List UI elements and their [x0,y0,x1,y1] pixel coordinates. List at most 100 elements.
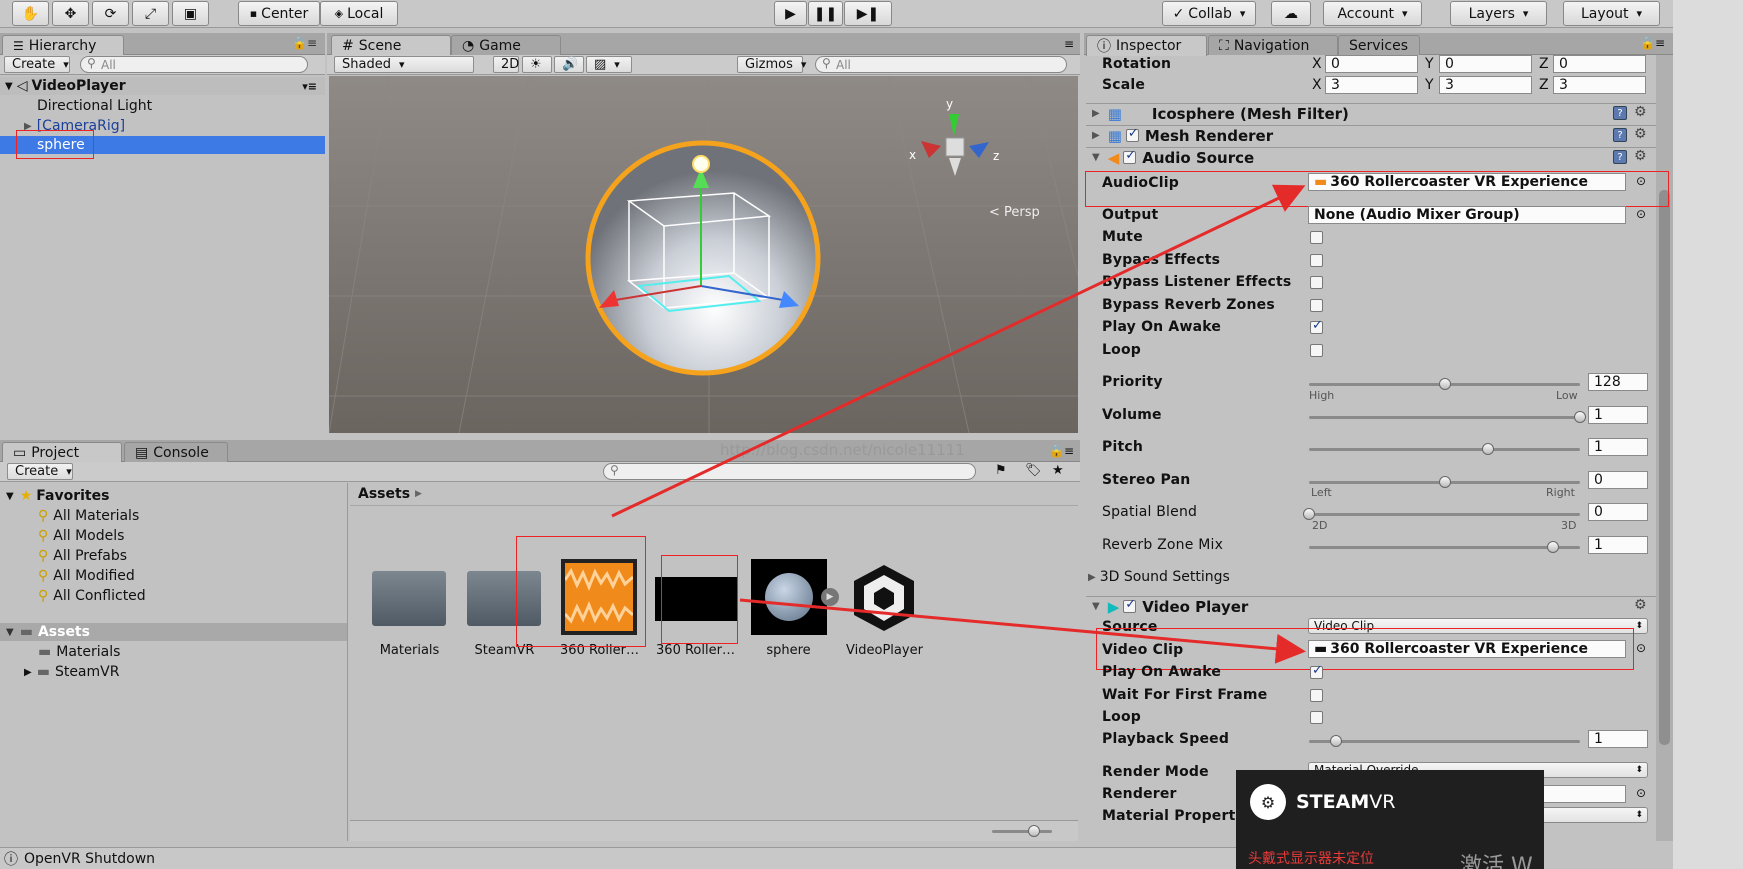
step-button[interactable]: ▶❚ [844,1,892,26]
rotation-y-field[interactable]: 0 [1439,55,1532,73]
fav-item-all-materials[interactable]: ⚲ All Materials [0,507,347,525]
hierarchy-item-directional-light[interactable]: Directional Light [0,97,325,115]
rotate-tool-button[interactable]: ⟳ [92,1,129,26]
favorites-row[interactable]: ▼ ★ Favorites [0,487,347,505]
scrollbar-thumb[interactable] [1659,190,1670,745]
rect-tool-button[interactable]: ▣ [172,1,209,26]
assets-root-row[interactable]: ▼ ▬ Assets [0,623,347,641]
material-asset[interactable] [751,559,827,635]
scene-viewport[interactable]: y x z < Persp [329,76,1078,433]
audio-source-header[interactable]: ▼ ◀ Audio Source [1086,147,1656,167]
vp-play-on-awake-checkbox[interactable] [1310,663,1323,679]
object-picker-icon[interactable]: ⊙ [1636,207,1646,221]
stereo-pan-field[interactable]: 0 [1588,471,1648,489]
object-picker-icon[interactable]: ⊙ [1636,786,1646,800]
play-on-awake-checkbox[interactable] [1310,318,1323,334]
reverb-zone-mix-field[interactable]: 1 [1588,536,1648,554]
gear-icon[interactable]: ⚙ [1634,148,1647,164]
tab-hierarchy[interactable]: ☰ Hierarchy [2,35,124,56]
audio-source-enabled-checkbox[interactable] [1123,148,1137,164]
priority-slider[interactable] [1309,378,1580,390]
help-icon[interactable]: ? [1613,128,1627,142]
rotation-x-field[interactable]: 0 [1325,55,1418,73]
tab-scene[interactable]: # Scene [331,35,451,56]
move-tool-button[interactable]: ✥ [52,1,89,26]
fav-item-all-conflicted[interactable]: ⚲ All Conflicted [0,587,347,605]
gizmos-dropdown[interactable]: Gizmos [737,56,803,73]
scene-search-input[interactable]: All [815,56,1067,73]
mesh-filter-header[interactable]: ▶ ▦ Icosphere (Mesh Filter) [1086,103,1656,123]
scale-z-field[interactable]: 3 [1553,76,1646,94]
stereo-pan-slider[interactable] [1309,476,1580,488]
assets-breadcrumb[interactable]: Assets ▶ [358,486,422,502]
video-player-header[interactable]: ▼ ▶ Video Player [1086,596,1656,616]
hand-tool-button[interactable]: ✋ [12,1,49,26]
mode-2d-toggle[interactable]: 2D [493,56,519,73]
layers-dropdown[interactable]: Layers [1450,1,1547,26]
reverb-zone-mix-slider-knob[interactable] [1546,541,1559,553]
pause-button[interactable]: ❚❚ [808,1,843,26]
panel-menu-icon[interactable]: ≡ [1064,37,1074,51]
reverb-zone-mix-slider[interactable] [1309,541,1580,553]
help-icon[interactable]: ? [1613,106,1627,120]
mute-checkbox[interactable] [1310,231,1323,244]
scale-y-field[interactable]: 3 [1439,76,1532,94]
bypass-listener-checkbox[interactable] [1310,276,1323,289]
scene-root-row[interactable]: ▼ ◁ VideoPlayer ▾≡ [0,77,325,95]
volume-field[interactable]: 1 [1588,406,1648,424]
fav-item-all-prefabs[interactable]: ⚲ All Prefabs [0,547,347,565]
hierarchy-search-input[interactable]: All [80,56,308,73]
lighting-toggle[interactable]: ☀ [522,56,552,73]
playback-speed-slider[interactable] [1309,735,1580,747]
video-player-enabled-checkbox[interactable] [1123,597,1137,613]
shading-mode-dropdown[interactable]: Shaded [334,56,474,73]
pitch-slider[interactable] [1309,443,1580,455]
tree-item-materials[interactable]: ▬ Materials [0,643,347,661]
playback-speed-field[interactable]: 1 [1588,730,1648,748]
expand-play-icon[interactable]: ▶ [821,588,839,606]
scale-x-field[interactable]: 3 [1325,76,1418,94]
priority-field[interactable]: 128 [1588,373,1648,391]
pivot-local-button[interactable]: ◈ Local [320,1,398,26]
output-field[interactable]: None (Audio Mixer Group) [1308,206,1626,224]
account-dropdown[interactable]: Account [1323,1,1422,26]
label-icon[interactable]: 🏷 [1025,463,1042,478]
volume-slider[interactable] [1309,411,1586,423]
folder-icon[interactable] [372,571,446,626]
tab-console[interactable]: ▤ Console [124,442,228,462]
bypass-effects-checkbox[interactable] [1310,254,1323,267]
fav-item-all-modified[interactable]: ⚲ All Modified [0,567,347,585]
scale-tool-button[interactable]: ⤢ [132,1,169,26]
project-create-button[interactable]: Create [7,463,73,480]
tree-item-steamvr[interactable]: ▶ ▬ SteamVR [0,663,347,681]
collab-dropdown[interactable]: ✓ Collab [1162,1,1256,26]
sound-3d-settings-foldout[interactable]: ▶ 3D Sound Settings [1088,569,1230,585]
pitch-field[interactable]: 1 [1588,438,1648,456]
audio-toggle[interactable]: 🔊 [554,56,584,73]
rotation-z-field[interactable]: 0 [1553,55,1646,73]
panel-menu-icon[interactable]: 🔒≡ [292,36,317,50]
mesh-renderer-header[interactable]: ▶ ▦ Mesh Renderer [1086,125,1656,145]
tab-navigation[interactable]: ⛶ Navigation [1208,35,1338,55]
bypass-reverb-checkbox[interactable] [1310,299,1323,312]
filter-type-icon[interactable]: ⚑ [995,463,1007,478]
wait-first-frame-checkbox[interactable] [1310,689,1323,702]
tab-services[interactable]: Services [1338,35,1420,55]
vp-loop-checkbox[interactable] [1310,711,1323,724]
fav-item-all-models[interactable]: ⚲ All Models [0,527,347,545]
panel-menu-icon[interactable]: 🔒≡ [1049,444,1074,458]
object-picker-icon[interactable]: ⊙ [1636,641,1646,655]
tab-inspector[interactable]: ⓘ Inspector [1086,35,1207,56]
gear-icon[interactable]: ⚙ [1634,126,1647,142]
spatial-blend-slider[interactable] [1303,508,1580,520]
play-button[interactable]: ▶ [774,1,807,26]
priority-slider-knob[interactable] [1438,378,1451,390]
zoom-slider[interactable] [992,825,1052,837]
persp-label[interactable]: < Persp [989,205,1040,220]
hierarchy-create-button[interactable]: Create [4,56,70,73]
pitch-slider-knob[interactable] [1481,443,1494,455]
scene-menu-icon[interactable]: ▾≡ [302,80,317,93]
project-search-input[interactable] [603,463,976,480]
gear-icon[interactable]: ⚙ [1634,597,1647,613]
gear-icon[interactable]: ⚙ [1634,104,1647,120]
